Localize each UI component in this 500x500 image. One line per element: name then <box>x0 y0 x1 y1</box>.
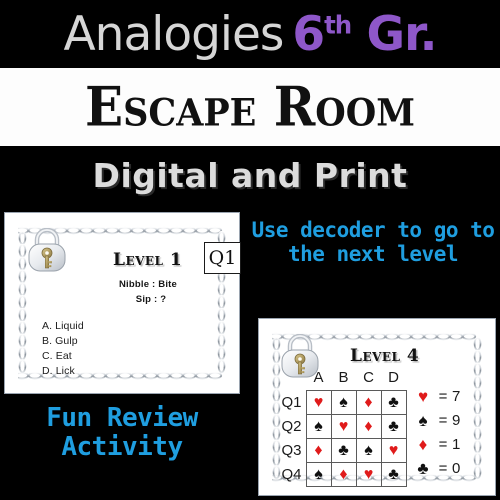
decoder-column-header: D <box>388 368 399 386</box>
club-icon: ♣ <box>388 465 399 483</box>
legend-value: 7 <box>452 387 461 405</box>
decoder-hint-text: Use decoder to go to the next level <box>251 218 495 266</box>
diamond-icon: ♦ <box>314 441 323 459</box>
grade-level-label: 6th Gr. <box>292 9 437 58</box>
escape-room-band: Escape Room <box>0 68 500 146</box>
padlock-with-key-icon <box>28 228 66 272</box>
decoder-row: Q4 ♠ ♦ ♥ ♣ <box>278 461 407 487</box>
grade-suffix: Gr. <box>351 6 438 62</box>
legend-value: 9 <box>452 411 461 429</box>
analogy-line-1: Nibble : Bite <box>118 279 178 290</box>
club-icon: ♣ <box>388 393 399 411</box>
spade-icon: ♠ <box>418 410 428 430</box>
decoder-legend-row: ♦ = 1 <box>412 432 468 456</box>
answer-option[interactable]: B. Gulp <box>42 334 84 349</box>
equals-sign: = <box>438 435 448 453</box>
club-icon: ♣ <box>417 458 429 478</box>
analogy-prompt: Nibble : Bite Sip : ? <box>88 278 208 307</box>
club-icon: ♣ <box>338 441 349 459</box>
diamond-icon: ♦ <box>418 434 428 454</box>
decoder-cell-heart: ♥ <box>355 461 382 487</box>
decoder-cell-heart: ♥ <box>330 413 357 439</box>
decoder-cell-diamond: ♦ <box>355 413 382 439</box>
decoder-row: Q2 ♠ ♥ ♦ ♣ <box>278 413 407 439</box>
decoder-column-header: B <box>338 368 349 386</box>
decoder-cell-diamond: ♦ <box>305 437 332 463</box>
spade-icon: ♠ <box>314 417 323 435</box>
diamond-icon: ♦ <box>364 417 373 435</box>
decoder-column-header-row: ABCD <box>278 366 406 390</box>
poster-root: Analogies 6th Gr. Escape Room Digital an… <box>0 0 500 500</box>
decoder-legend: ♥ = 7 ♠ = 9 ♦ = 1 ♣ = 0 <box>412 384 468 480</box>
decoder-cell-club: ♣ <box>380 413 407 439</box>
decoder-preview-card: Level 4 ABCD Q1 ♥ ♠ ♦ ♣ Q2 ♠ ♥ ♦ ♣ Q3 ♦ ♣ ♠ ♥ Q4 ♠ ♦ ♥ ♣ ♥ =… <box>258 318 496 496</box>
equals-sign: = <box>438 387 448 405</box>
grade-ordinal-suffix: th <box>324 9 352 39</box>
diamond-icon: ♦ <box>364 393 373 411</box>
decoder-cell-diamond: ♦ <box>355 389 382 415</box>
equals-sign: = <box>438 459 448 477</box>
decoder-cell-heart: ♥ <box>305 389 332 415</box>
decoder-cell-club: ♣ <box>330 437 357 463</box>
heart-icon: ♥ <box>313 393 324 411</box>
club-icon: ♣ <box>388 417 399 435</box>
answer-option[interactable]: D. Lick <box>42 364 84 379</box>
decoder-row-header: Q1 <box>281 393 302 411</box>
decoder-cell-club: ♣ <box>380 389 407 415</box>
legend-value: 0 <box>452 459 461 477</box>
spade-icon: ♠ <box>314 465 323 483</box>
answer-options-list: A. Liquid B. Gulp C. Eat D. Lick <box>42 319 84 379</box>
decoder-cell-spade: ♠ <box>355 437 382 463</box>
heart-icon: ♥ <box>363 465 374 483</box>
decoder-legend-row: ♣ = 0 <box>412 456 468 480</box>
diamond-icon: ♦ <box>339 465 348 483</box>
decoder-column-header: C <box>363 368 374 386</box>
worksheet-preview-card: Level 1 Q1 Nibble : Bite Sip : ? A. Liqu… <box>4 212 241 394</box>
header-title-band: Analogies 6th Gr. <box>0 0 500 68</box>
decoder-table: ABCD Q1 ♥ ♠ ♦ ♣ Q2 ♠ ♥ ♦ ♣ Q3 ♦ ♣ ♠ ♥ Q4 ♠ ♦ ♥ ♣ <box>278 366 407 487</box>
worksheet-level-label: Level 1 <box>113 250 183 270</box>
digital-print-subtitle: Digital and Print <box>92 155 408 195</box>
decoder-row-header: Q3 <box>281 441 302 459</box>
escape-room-title: Escape Room <box>84 74 416 139</box>
heart-icon: ♥ <box>388 441 399 459</box>
decoder-cell-spade: ♠ <box>305 413 332 439</box>
page-title: Analogies <box>63 6 285 62</box>
grade-number: 6 <box>292 6 325 62</box>
analogy-line-2: Sip : ? <box>135 293 167 305</box>
decoder-column-header: A <box>313 368 324 386</box>
decoder-corner-cell <box>278 366 306 390</box>
heart-icon: ♥ <box>338 417 349 435</box>
legend-value: 1 <box>452 435 461 453</box>
decoder-level-label: Level 4 <box>350 346 420 366</box>
answer-option[interactable]: C. Eat <box>42 349 84 364</box>
decoder-cell-heart: ♥ <box>380 437 407 463</box>
spade-icon: ♠ <box>364 441 373 459</box>
digital-print-band: Digital and Print <box>0 146 500 204</box>
decoder-cell-club: ♣ <box>380 461 407 487</box>
equals-sign: = <box>438 411 448 429</box>
decoder-legend-row: ♠ = 9 <box>412 408 468 432</box>
decoder-table-wrapper: ABCD Q1 ♥ ♠ ♦ ♣ Q2 ♠ ♥ ♦ ♣ Q3 ♦ ♣ ♠ ♥ Q4 ♠ ♦ ♥ ♣ <box>278 366 407 487</box>
spade-icon: ♠ <box>339 393 348 411</box>
decoder-legend-row: ♥ = 7 <box>412 384 468 408</box>
decoder-row: Q3 ♦ ♣ ♠ ♥ <box>278 437 407 463</box>
question-number-badge: Q1 <box>204 242 241 274</box>
answer-option[interactable]: A. Liquid <box>42 319 84 334</box>
decoder-row-header: Q2 <box>281 417 302 435</box>
decoder-cell-diamond: ♦ <box>330 461 357 487</box>
decoder-row-header: Q4 <box>281 465 302 483</box>
fun-review-activity-text: Fun Review Activity <box>46 403 198 463</box>
heart-icon: ♥ <box>417 386 429 406</box>
decoder-table-body: Q1 ♥ ♠ ♦ ♣ Q2 ♠ ♥ ♦ ♣ Q3 ♦ ♣ ♠ ♥ Q4 ♠ ♦ ♥ ♣ <box>278 389 407 487</box>
decoder-row: Q1 ♥ ♠ ♦ ♣ <box>278 389 407 415</box>
decoder-cell-spade: ♠ <box>305 461 332 487</box>
decoder-cell-spade: ♠ <box>330 389 357 415</box>
